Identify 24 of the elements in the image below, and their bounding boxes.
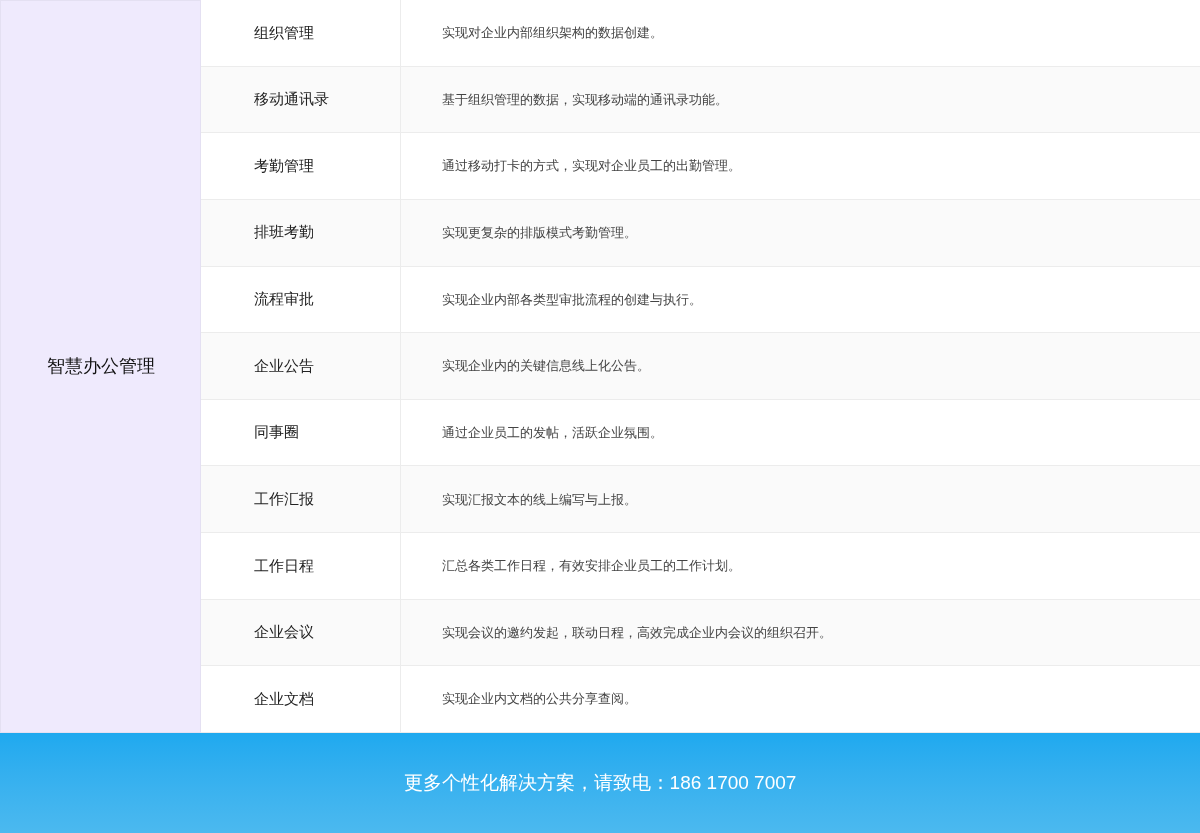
contact-text: 更多个性化解决方案，请致电：186 1700 7007 xyxy=(403,770,797,795)
feature-description: 汇总各类工作日程，有效安排企业员工的工作计划。 xyxy=(442,557,741,576)
feature-description: 基于组织管理的数据，实现移动端的通讯录功能。 xyxy=(442,90,728,109)
feature-name: 组织管理 xyxy=(254,22,314,43)
feature-name: 考勤管理 xyxy=(254,155,314,176)
feature-name: 流程审批 xyxy=(254,289,314,310)
feature-name: 工作日程 xyxy=(254,555,314,576)
feature-name: 排班考勤 xyxy=(254,222,314,243)
feature-description: 实现更复杂的排版模式考勤管理。 xyxy=(442,224,637,242)
feature-description: 实现企业内的关键信息线上化公告。 xyxy=(442,357,650,376)
feature-description: 通过企业员工的发帖，活跃企业氛围。 xyxy=(442,423,663,442)
feature-description: 实现会议的邀约发起，联动日程，高效完成企业内会议的组织召开。 xyxy=(442,623,832,642)
feature-name: 企业文档 xyxy=(254,688,314,709)
feature-description: 实现汇报文本的线上编写与上报。 xyxy=(442,490,637,509)
feature-name: 同事圈 xyxy=(254,422,299,443)
feature-name: 企业会议 xyxy=(254,622,314,643)
feature-name: 工作汇报 xyxy=(254,489,314,510)
feature-description: 实现对企业内部组织架构的数据创建。 xyxy=(442,24,663,43)
feature-description: 通过移动打卡的方式，实现对企业员工的出勤管理。 xyxy=(442,157,741,176)
feature-name: 移动通讯录 xyxy=(254,89,329,110)
feature-description: 实现企业内部各类型审批流程的创建与执行。 xyxy=(442,290,702,309)
feature-description: 实现企业内文档的公共分享查阅。 xyxy=(442,690,637,709)
category-cell: 智慧办公管理 xyxy=(0,0,201,733)
feature-name: 企业公告 xyxy=(254,355,314,376)
